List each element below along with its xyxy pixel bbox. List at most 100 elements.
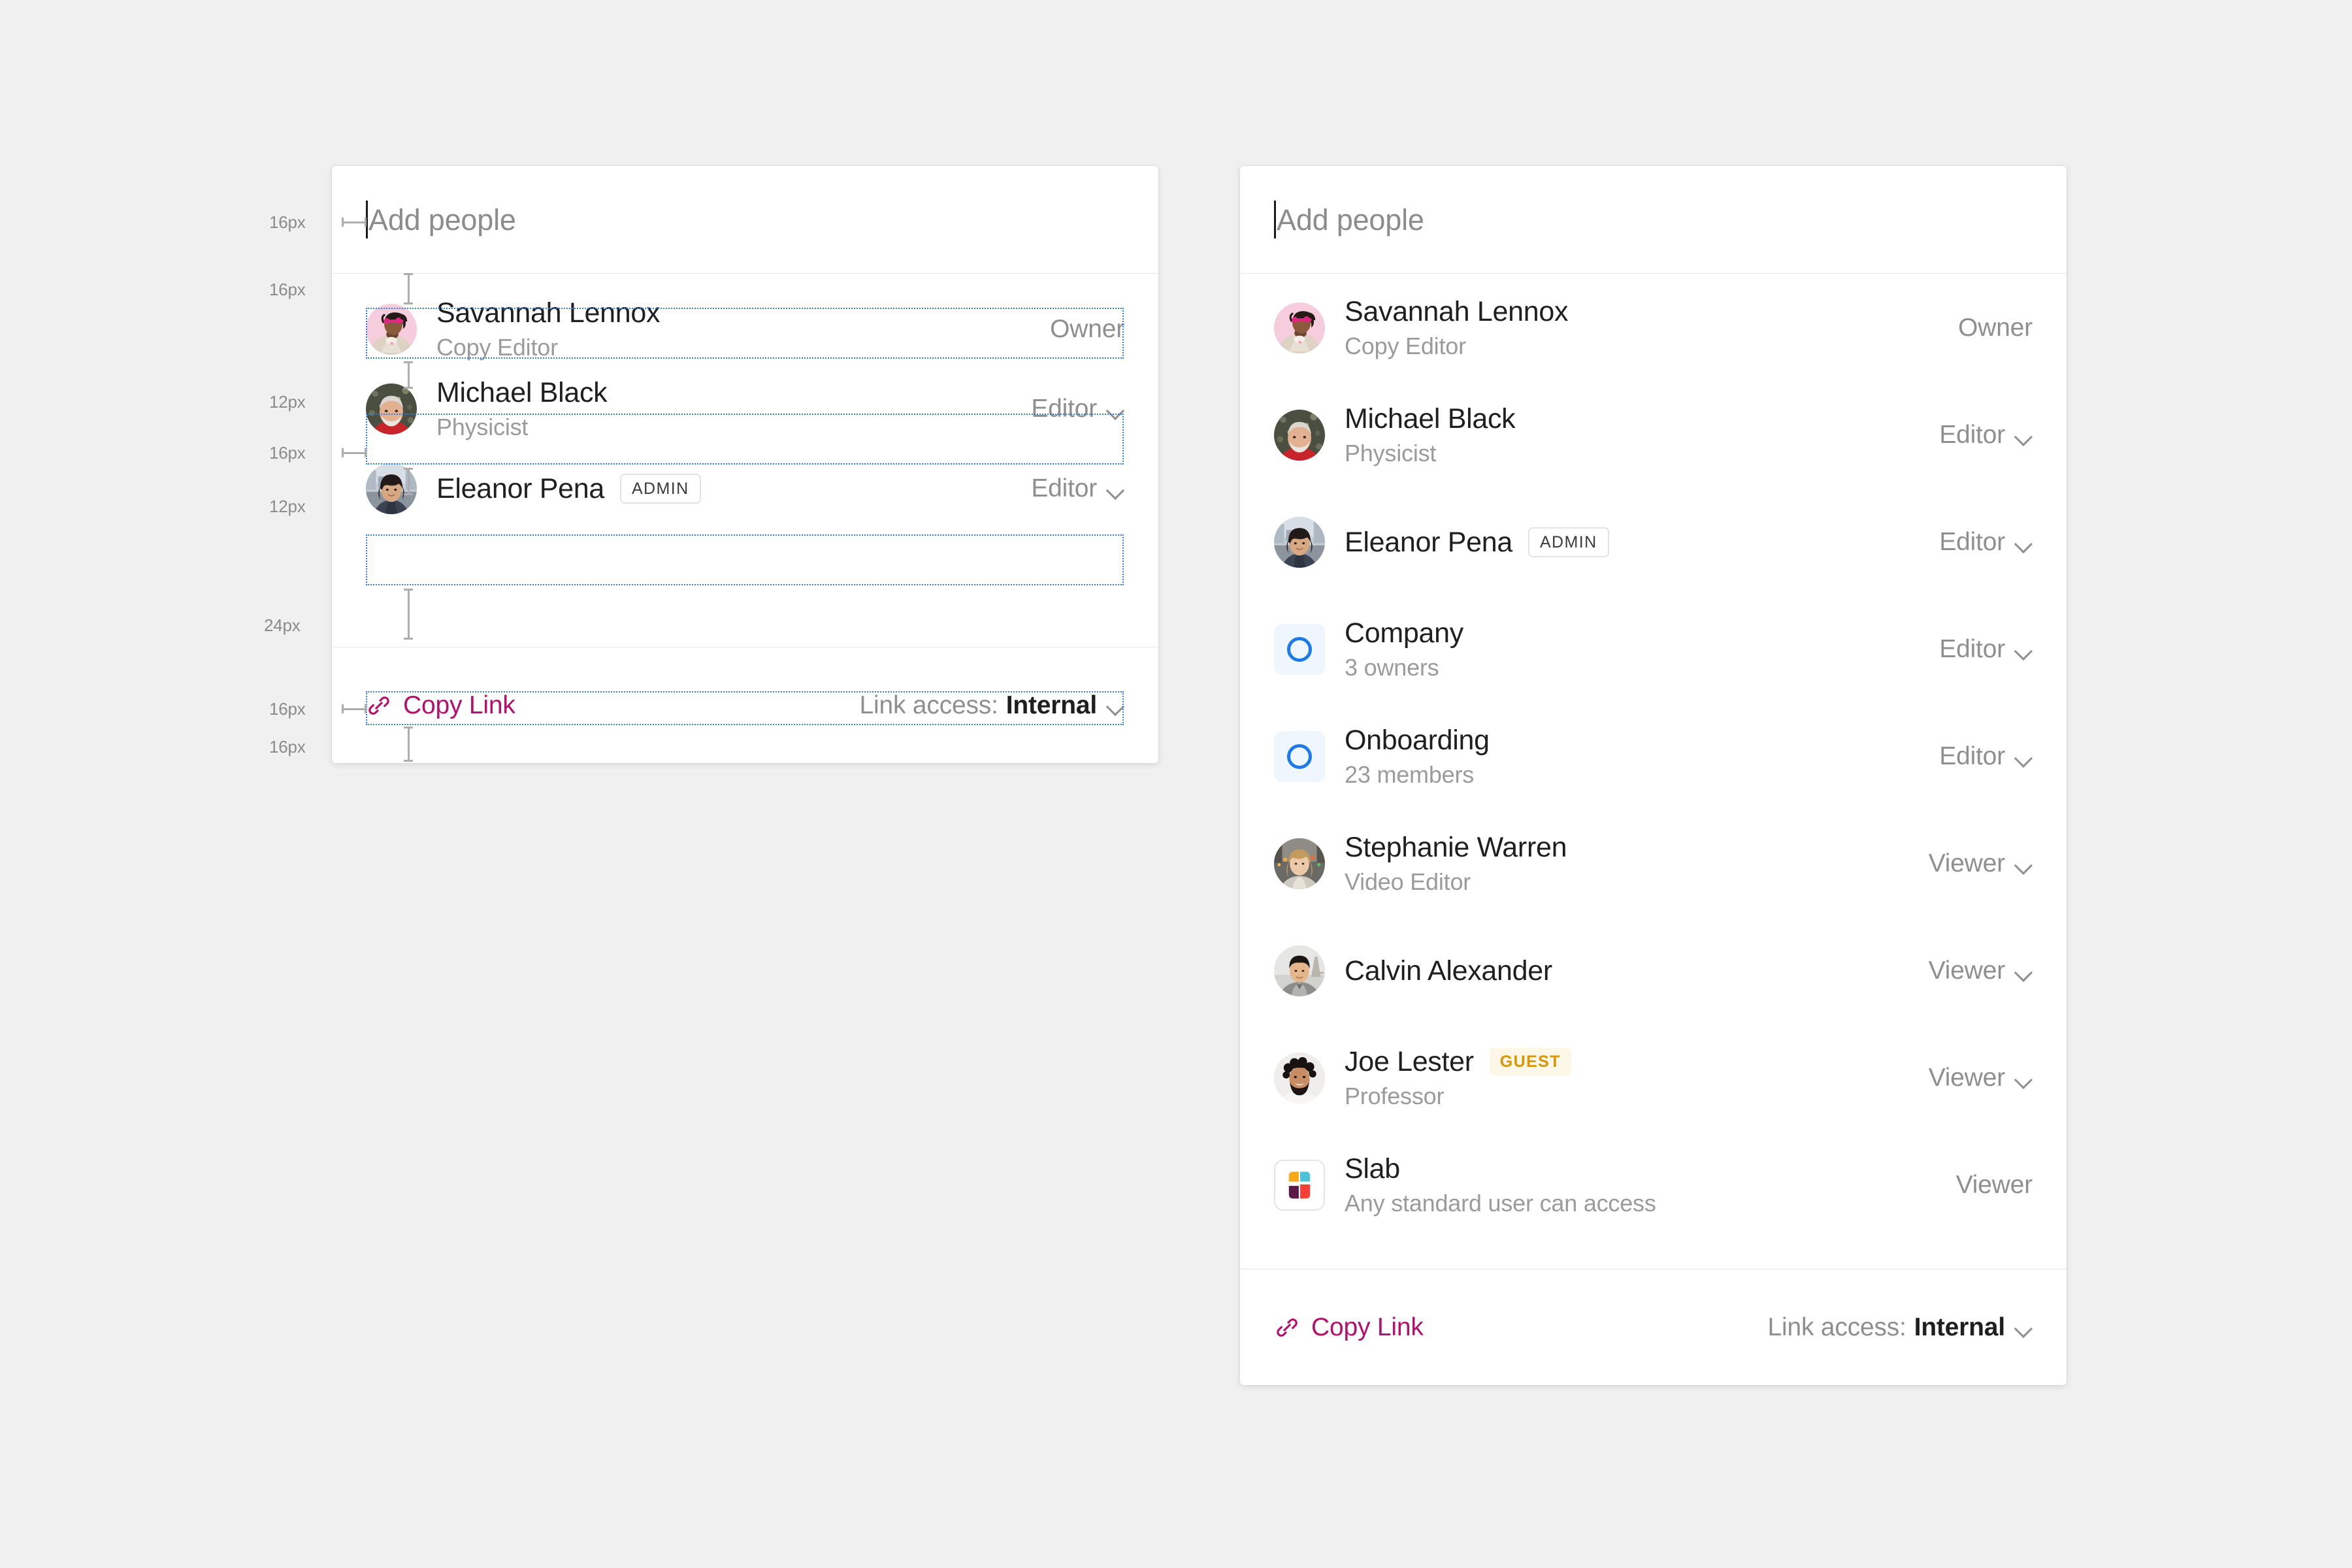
row-text: Savannah Lennox Copy Editor: [436, 297, 1034, 361]
person-name: Savannah Lennox: [1345, 295, 1569, 327]
table-row[interactable]: Joe Lester GUEST Professor Viewer: [1274, 1046, 2033, 1110]
role-value: Editor: [1939, 528, 2005, 556]
person-subtitle: Professor: [1345, 1082, 1445, 1109]
circle-outline-icon: [1287, 744, 1312, 769]
role-label: Owner: [1050, 315, 1124, 344]
table-row[interactable]: Michael Black Physicist Editor: [366, 377, 1124, 440]
role-dropdown[interactable]: Editor: [1939, 635, 2033, 664]
role-dropdown[interactable]: Editor: [1031, 395, 1124, 423]
status-badge: ADMIN: [619, 474, 701, 504]
measure-bar-vertical: [404, 589, 413, 640]
chevron-down-icon: [1107, 404, 1124, 414]
avatar: [1274, 410, 1325, 461]
row-text: Onboarding 23 members: [1345, 725, 1923, 789]
role-value: Owner: [1958, 314, 2033, 342]
role-dropdown[interactable]: Viewer: [1929, 1064, 2033, 1092]
group-subtitle: 23 members: [1345, 760, 1475, 788]
row-text: Calvin Alexander: [1345, 955, 1913, 987]
role-dropdown[interactable]: Editor: [1939, 742, 2033, 771]
table-row[interactable]: Slab Any standard user can access Viewer: [1274, 1153, 2033, 1217]
group-subtitle: 3 owners: [1345, 653, 1439, 681]
chevron-down-icon: [2016, 859, 2033, 869]
chevron-down-icon: [2016, 752, 2033, 762]
app-subtitle: Any standard user can access: [1345, 1189, 1656, 1217]
link-access-dropdown[interactable]: Link access: Internal: [1768, 1313, 2033, 1342]
row-text: Eleanor Pena ADMIN: [436, 473, 1015, 504]
copy-link-button[interactable]: Copy Link: [366, 691, 515, 720]
search-input-placeholder[interactable]: Add people: [1277, 205, 1424, 235]
link-icon: [366, 693, 392, 719]
person-subtitle: Copy Editor: [1345, 332, 1466, 359]
search-input-placeholder[interactable]: Add people: [368, 205, 516, 235]
screenshot-stage: Add people Savannah Lennox Copy Editor O…: [0, 0, 2352, 1568]
role-dropdown[interactable]: Editor: [1939, 528, 2033, 557]
row-text: Eleanor Pena ADMIN: [1345, 527, 1923, 558]
row-title-line: Savannah Lennox: [436, 297, 1034, 329]
table-row[interactable]: Eleanor Pena ADMIN Editor: [366, 458, 1124, 519]
person-name: Eleanor Pena: [436, 472, 604, 504]
table-row[interactable]: Company 3 owners Editor: [1274, 617, 2033, 681]
chevron-down-icon: [2016, 1073, 2033, 1083]
group-name: Company: [1345, 617, 1463, 649]
table-row[interactable]: Onboarding 23 members Editor: [1274, 725, 2033, 789]
group-icon: [1274, 731, 1325, 782]
person-name: Michael Black: [1345, 402, 1516, 434]
person-subtitle: Copy Editor: [436, 333, 558, 361]
link-icon: [1274, 1315, 1300, 1341]
table-row[interactable]: Eleanor Pena ADMIN Editor: [1274, 512, 2033, 573]
measure-label: 16px: [269, 443, 306, 463]
chevron-down-icon: [1107, 700, 1124, 710]
person-subtitle: Video Editor: [1345, 868, 1471, 895]
add-people-search-row[interactable]: Add people: [332, 166, 1158, 274]
link-access-dropdown[interactable]: Link access: Internal: [860, 691, 1124, 720]
chevron-down-icon: [2016, 431, 2033, 440]
measure-label: 16px: [269, 737, 306, 757]
measure-label: 24px: [264, 615, 301, 635]
table-row[interactable]: Savannah Lennox Copy Editor Owner: [1274, 296, 2033, 359]
people-list-spec: Savannah Lennox Copy Editor Owner Michae…: [332, 274, 1158, 519]
avatar: [1274, 302, 1325, 353]
person-subtitle: Physicist: [436, 413, 529, 440]
role-value: Viewer: [1955, 1171, 2033, 1199]
role-dropdown[interactable]: Viewer: [1929, 849, 2033, 878]
share-dialog-footer: Copy Link Link access: Internal: [1240, 1269, 2066, 1385]
link-access-label: Link access:: [1767, 1313, 1906, 1341]
role-value: Editor: [1031, 474, 1097, 502]
copy-link-button[interactable]: Copy Link: [1274, 1313, 1424, 1342]
measure-label: 16px: [269, 212, 306, 232]
avatar: [1274, 945, 1325, 996]
role-label: Owner: [1958, 314, 2033, 342]
table-row[interactable]: Calvin Alexander Viewer: [1274, 940, 2033, 1002]
link-access-label: Link access:: [859, 691, 998, 719]
row-text: Joe Lester GUEST Professor: [1345, 1046, 1913, 1110]
table-row[interactable]: Savannah Lennox Copy Editor Owner: [366, 297, 1124, 361]
role-value: Editor: [1939, 635, 2005, 663]
add-people-search-row[interactable]: Add people: [1240, 166, 2066, 274]
role-dropdown[interactable]: Editor: [1939, 421, 2033, 449]
role-value: Viewer: [1928, 849, 2006, 877]
copy-link-label: Copy Link: [403, 691, 515, 719]
row-title-line: Eleanor Pena ADMIN: [1345, 527, 1923, 558]
measure-bar-vertical: [404, 727, 413, 762]
chevron-down-icon: [2016, 966, 2033, 976]
role-value: Editor: [1031, 395, 1097, 423]
avatar: [366, 384, 417, 434]
chevron-down-icon: [2016, 645, 2033, 655]
row-text: Company 3 owners: [1345, 617, 1923, 681]
group-icon: [1274, 624, 1325, 675]
avatar: [1274, 838, 1325, 889]
role-dropdown[interactable]: Viewer: [1929, 956, 2033, 985]
table-row[interactable]: Stephanie Warren Video Editor Viewer: [1274, 832, 2033, 895]
share-dialog-full: Add people Savannah Lennox Copy Editor O…: [1240, 166, 2066, 1385]
role-dropdown[interactable]: Editor: [1031, 474, 1124, 503]
chevron-down-icon: [1107, 484, 1124, 494]
person-subtitle: Physicist: [1345, 439, 1437, 466]
role-value: Viewer: [1928, 956, 2006, 985]
avatar: [1274, 517, 1325, 568]
table-row[interactable]: Michael Black Physicist Editor: [1274, 402, 2033, 466]
person-name: Savannah Lennox: [436, 297, 661, 329]
share-dialog-footer: Copy Link Link access: Internal: [332, 647, 1158, 763]
row-title-line: Savannah Lennox: [1345, 296, 1942, 327]
row-title-line: Joe Lester GUEST: [1345, 1046, 1913, 1077]
measure-bar-vertical: [404, 468, 413, 495]
